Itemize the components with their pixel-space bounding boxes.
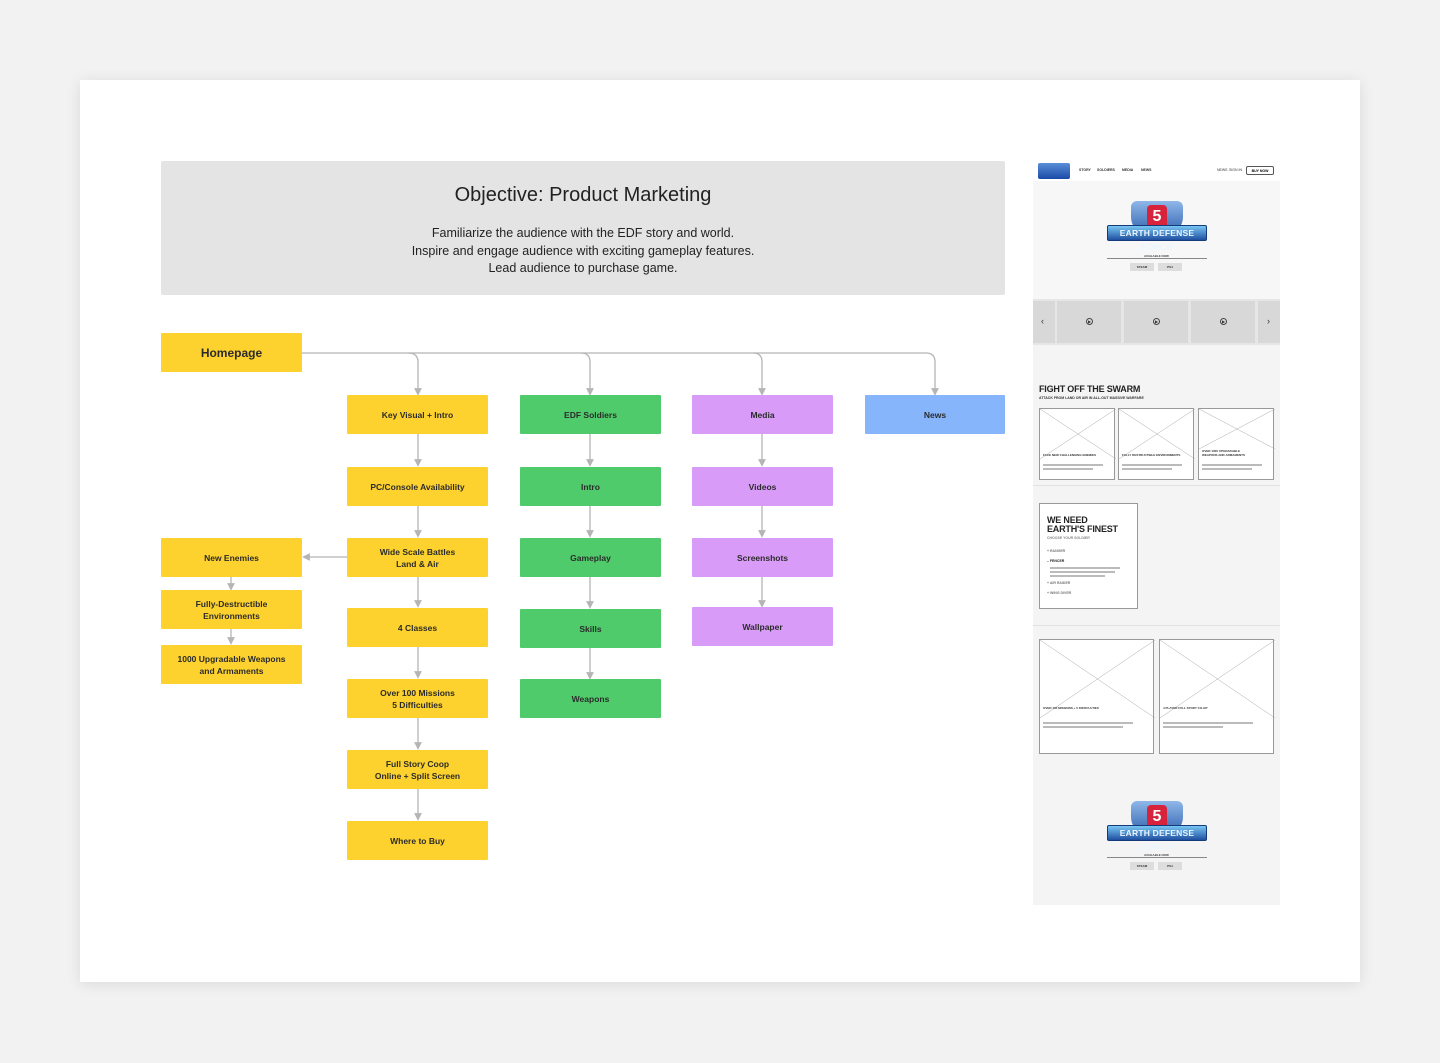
node-weapons-armaments[interactable]: 1000 Upgradable Weapons and Armaments (161, 645, 302, 684)
class-item[interactable]: + RANGER (1047, 549, 1065, 553)
divider (1107, 857, 1207, 858)
connector-branch (752, 352, 766, 396)
node-media[interactable]: Media (692, 395, 833, 434)
node-key-visual[interactable]: Key Visual + Intro (347, 395, 488, 434)
connector-trunk (302, 352, 939, 396)
edf-logo-footer: 5 EARTH DEFENSE FORCE (1107, 801, 1207, 857)
nav-link[interactable]: NEWS (1141, 168, 1152, 172)
node-weapons[interactable]: Weapons (520, 679, 661, 718)
edf-logo: 5 EARTH DEFENSE FORCE (1107, 201, 1207, 257)
node-homepage[interactable]: Homepage (161, 333, 302, 372)
node-missions[interactable]: Over 100 Missions 5 Difficulties (347, 679, 488, 718)
nav-link[interactable]: SIGN IN (1229, 168, 1242, 172)
connector-branch (580, 352, 594, 396)
node-wallpaper[interactable]: Wallpaper (692, 607, 833, 646)
class-item[interactable]: + AIR RAIDER (1047, 581, 1070, 585)
class-item[interactable]: – FENCER (1047, 559, 1064, 563)
node-gameplay[interactable]: Gameplay (520, 538, 661, 577)
buy-now-button[interactable]: BUY NOW (1246, 166, 1274, 175)
feature-card: OVER 1000 UPGRADABLE WEAPONS AND ARMAMEN… (1198, 408, 1275, 480)
mission-card: OVER 100 MISSIONS + 5 DIFFICULTIES (1039, 639, 1155, 754)
feature-card: FULLY DESTRUCTIBLE ENVIRONMENTS (1118, 408, 1195, 480)
homepage-wireframe: STORY SOLDIERS MEDIA NEWS NEWS SIGN IN B… (1033, 161, 1280, 905)
video-tile[interactable]: ▶ (1191, 301, 1255, 343)
node-skills[interactable]: Skills (520, 609, 661, 648)
video-tile[interactable]: ▶ (1057, 301, 1121, 343)
ps4-button[interactable]: PS4 (1158, 862, 1182, 870)
class-item[interactable]: + WING DIVER (1047, 591, 1071, 595)
chevron-right-icon[interactable]: › (1267, 316, 1270, 326)
nav-link[interactable]: NEWS (1217, 168, 1228, 172)
node-new-enemies[interactable]: New Enemies (161, 538, 302, 577)
node-edf-soldiers[interactable]: EDF Soldiers (520, 395, 661, 434)
play-icon: ▶ (1153, 318, 1160, 325)
steam-button[interactable]: STEAM (1130, 263, 1154, 271)
node-screenshots[interactable]: Screenshots (692, 538, 833, 577)
node-where-to-buy[interactable]: Where to Buy (347, 821, 488, 860)
node-destructible[interactable]: Fully-Destructible Environments (161, 590, 302, 629)
node-news[interactable]: News (865, 395, 1005, 434)
node-videos[interactable]: Videos (692, 467, 833, 506)
swarm-subtitle: ATTACK FROM LAND OR AIR IN ALL-OUT MASSI… (1039, 396, 1144, 400)
divider (1107, 258, 1207, 259)
node-availability[interactable]: PC/Console Availability (347, 467, 488, 506)
mission-card: 4 PLAYER FULL STORY CO-OP (1159, 639, 1275, 754)
wireframe-nav: STORY SOLDIERS MEDIA NEWS NEWS SIGN IN B… (1033, 161, 1280, 181)
connector-branch (407, 352, 422, 396)
video-carousel: ‹ ▶ ▶ ▶ › (1033, 299, 1280, 345)
swarm-title: FIGHT OFF THE SWARM (1039, 384, 1141, 394)
nav-link[interactable]: SOLDIERS (1097, 168, 1115, 172)
nav-link[interactable]: STORY (1079, 168, 1091, 172)
hero-section: 5 EARTH DEFENSE FORCE AVAILABLE NOW STEA… (1033, 181, 1280, 299)
feature-card: FACE NEW CHALLENGING ENEMIES (1039, 408, 1116, 480)
play-icon: ▶ (1086, 318, 1093, 325)
steam-button[interactable]: STEAM (1130, 862, 1154, 870)
play-icon: ▶ (1220, 318, 1227, 325)
video-tile[interactable]: ▶ (1124, 301, 1188, 343)
nav-link[interactable]: MEDIA (1122, 168, 1133, 172)
chevron-left-icon[interactable]: ‹ (1041, 316, 1044, 326)
logo-small[interactable] (1038, 163, 1070, 179)
node-4-classes[interactable]: 4 Classes (347, 608, 488, 647)
node-soldiers-intro[interactable]: Intro (520, 467, 661, 506)
ps4-button[interactable]: PS4 (1158, 263, 1182, 271)
node-wide-scale-battles[interactable]: Wide Scale Battles Land & Air (347, 538, 488, 577)
node-coop[interactable]: Full Story Coop Online + Split Screen (347, 750, 488, 789)
soldier-panel: WE NEED EARTH'S FINEST CHOOSE YOUR SOLDI… (1039, 503, 1138, 609)
